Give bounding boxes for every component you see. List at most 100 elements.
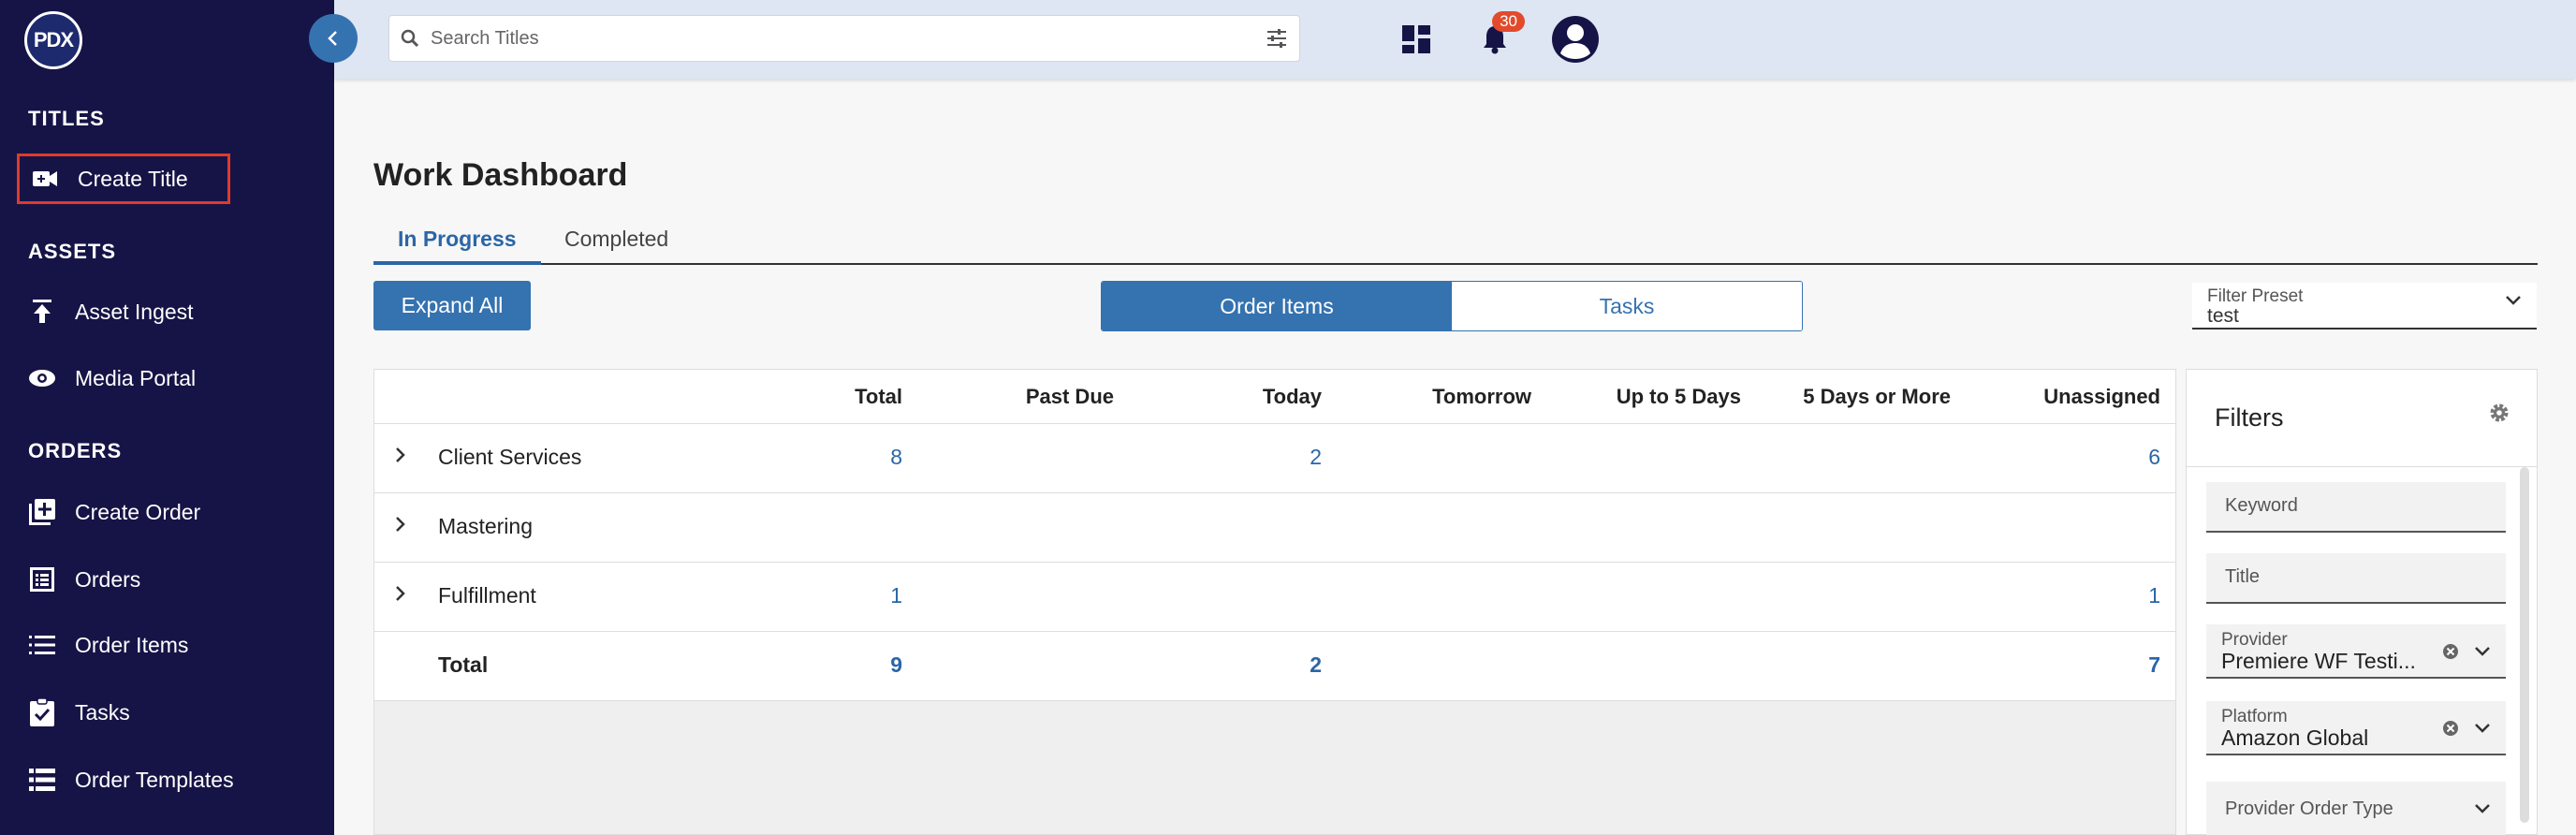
- nav-asset-ingest[interactable]: Asset Ingest: [17, 286, 316, 337]
- title-placeholder: Title: [2225, 566, 2261, 587]
- section-titles: TITLES: [28, 107, 105, 130]
- toggle-order-items[interactable]: Order Items: [1102, 282, 1452, 330]
- search-box[interactable]: [388, 15, 1300, 62]
- platform-select[interactable]: Platform Amazon Global: [2206, 701, 2506, 755]
- notifications-icon[interactable]: 30: [1472, 11, 1525, 62]
- nav-tasks[interactable]: Tasks: [17, 687, 316, 738]
- nav-label: Create Title: [78, 166, 188, 191]
- chevron-right-icon[interactable]: [395, 585, 406, 607]
- chevron-right-icon[interactable]: [395, 447, 406, 468]
- nav-label: Orders: [75, 566, 141, 592]
- filters-panel: Filters Keyword Title Provider Premiere …: [2186, 369, 2538, 835]
- list-box-icon: [26, 564, 58, 595]
- provider-order-type-placeholder: Provider Order Type: [2225, 798, 2393, 819]
- col-past-due: Past Due: [1025, 385, 1114, 408]
- platform-value: Amazon Global: [2221, 725, 2369, 750]
- chevron-down-icon[interactable]: [2474, 722, 2491, 739]
- chevron-down-icon: [2505, 294, 2522, 311]
- toggle-tasks[interactable]: Tasks: [1452, 282, 1802, 330]
- keyword-field[interactable]: Keyword: [2206, 482, 2506, 533]
- filter-preset-select[interactable]: Filter Preset test: [2192, 283, 2537, 330]
- nav-create-order[interactable]: Create Order: [17, 487, 316, 537]
- cell-unassigned[interactable]: 1: [2148, 583, 2160, 608]
- cell-unassigned[interactable]: 7: [2148, 652, 2160, 678]
- dashboard-tabs: In Progress Completed: [373, 217, 2538, 265]
- nav-media-portal[interactable]: Media Portal: [17, 353, 316, 403]
- col-total: Total: [855, 385, 902, 408]
- dashboard-icon[interactable]: [1394, 17, 1439, 62]
- col-today: Today: [1262, 385, 1322, 408]
- add-box-icon: [26, 496, 58, 528]
- cell-today[interactable]: 2: [1310, 652, 1322, 678]
- col-unassigned: Unassigned: [2043, 385, 2160, 408]
- row-name: Fulfillment: [438, 583, 536, 608]
- video-plus-icon: [29, 163, 61, 195]
- row-name: Total: [438, 652, 489, 677]
- provider-order-type-select[interactable]: Provider Order Type: [2206, 782, 2506, 835]
- nav-label: Create Order: [75, 499, 201, 524]
- section-orders: ORDERS: [28, 439, 123, 462]
- list-icon: [26, 629, 58, 661]
- search-input[interactable]: [431, 27, 1254, 50]
- filters-title: Filters: [2215, 403, 2284, 432]
- table-row-mastering[interactable]: Mastering: [374, 493, 2175, 563]
- provider-select[interactable]: Provider Premiere WF Testi...: [2206, 624, 2506, 679]
- chevron-right-icon[interactable]: [395, 516, 406, 537]
- notification-badge: 30: [1492, 11, 1525, 32]
- expand-all-button[interactable]: Expand All: [373, 281, 531, 330]
- table-row-client-services[interactable]: Client Services 8 2 6: [374, 424, 2175, 493]
- clear-icon[interactable]: [2442, 643, 2459, 665]
- work-table-container: Total Past Due Today Tomorrow Up to 5 Da…: [373, 369, 2176, 835]
- chevron-down-icon[interactable]: [2474, 802, 2491, 819]
- gear-icon[interactable]: [2488, 402, 2510, 429]
- filters-header: Filters: [2187, 370, 2537, 467]
- nav-create-title[interactable]: Create Title: [17, 154, 230, 204]
- table-row-fulfillment[interactable]: Fulfillment 1 1: [374, 563, 2175, 632]
- view-toggle: Order Items Tasks: [1101, 281, 1803, 331]
- filter-preset-label: Filter Preset: [2207, 286, 2304, 306]
- search-icon: [389, 29, 431, 48]
- collapse-sidebar-button[interactable]: [309, 14, 358, 63]
- cell-total[interactable]: 9: [890, 652, 902, 678]
- tab-completed[interactable]: Completed: [540, 217, 693, 265]
- upload-icon: [26, 296, 58, 328]
- pdx-logo[interactable]: PDX: [24, 11, 82, 69]
- table-header: Total Past Due Today Tomorrow Up to 5 Da…: [374, 370, 2175, 424]
- title-field[interactable]: Title: [2206, 553, 2506, 604]
- top-bar: 30: [334, 0, 2576, 79]
- eye-icon: [26, 362, 58, 394]
- chevron-down-icon[interactable]: [2474, 645, 2491, 662]
- keyword-placeholder: Keyword: [2225, 495, 2298, 516]
- nav-label: Asset Ingest: [75, 299, 194, 324]
- filter-preset-value: test: [2207, 305, 2239, 327]
- table-row-total: Total 9 2 7: [374, 632, 2175, 701]
- nav-label: Media Portal: [75, 365, 197, 390]
- cell-total[interactable]: 1: [890, 583, 902, 608]
- row-name: Mastering: [438, 514, 533, 538]
- sidebar: PDX TITLES Create Title ASSETS Asset Ing…: [0, 0, 334, 835]
- row-name: Client Services: [438, 445, 582, 469]
- clipboard-check-icon: [26, 696, 58, 728]
- nav-label: Order Items: [75, 632, 189, 657]
- col-up-to-5-days: Up to 5 Days: [1616, 385, 1741, 408]
- nav-orders[interactable]: Orders: [17, 554, 316, 605]
- provider-value: Premiere WF Testi...: [2221, 649, 2416, 673]
- tune-icon[interactable]: [1254, 29, 1299, 48]
- col-5-days-or-more: 5 Days or More: [1803, 385, 1951, 408]
- tab-in-progress[interactable]: In Progress: [373, 217, 541, 265]
- platform-label: Platform: [2221, 707, 2288, 726]
- cell-total[interactable]: 8: [890, 445, 902, 470]
- nav-order-templates[interactable]: Order Templates: [17, 754, 316, 805]
- page-title: Work Dashboard: [373, 157, 628, 193]
- clear-icon[interactable]: [2442, 720, 2459, 741]
- nav-label: Tasks: [75, 699, 130, 725]
- cell-today[interactable]: 2: [1310, 445, 1322, 470]
- account-avatar-icon[interactable]: [1549, 13, 1602, 66]
- col-tomorrow: Tomorrow: [1432, 385, 1531, 408]
- filters-scrollbar[interactable]: [2520, 467, 2529, 823]
- cell-unassigned[interactable]: 6: [2148, 445, 2160, 470]
- table-list-icon: [26, 764, 58, 796]
- nav-label: Order Templates: [75, 767, 234, 792]
- section-assets: ASSETS: [28, 240, 117, 263]
- nav-order-items[interactable]: Order Items: [17, 620, 316, 670]
